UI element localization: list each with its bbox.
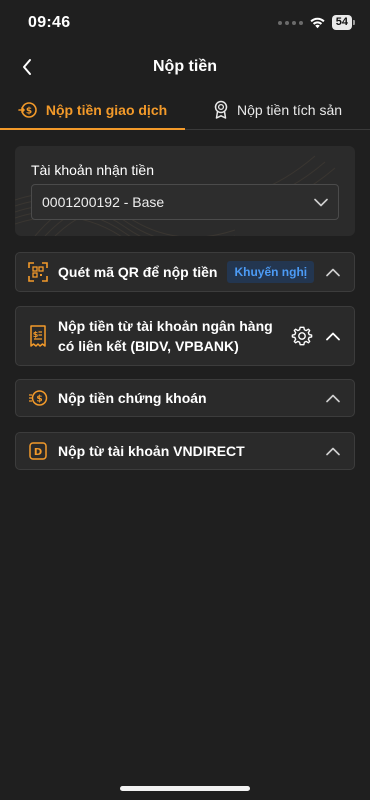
status-icons: 54 <box>277 15 356 30</box>
account-label: Tài khoản nhận tiền <box>31 162 154 178</box>
section-title: Nộp tiền chứng khoán <box>58 390 207 406</box>
section-securities[interactable]: $ Nộp tiền chứng khoán <box>15 379 355 417</box>
section-vndirect[interactable]: D Nộp từ tài khoản VNDIRECT <box>15 432 355 470</box>
status-time: 09:46 <box>28 14 71 31</box>
svg-text:$: $ <box>26 107 32 117</box>
coin-arrow-icon: $ <box>18 102 37 118</box>
signal-icon <box>277 20 303 25</box>
vndirect-logo-icon: D <box>28 441 48 461</box>
section-title: Quét mã QR để nộp tiền <box>58 264 218 280</box>
status-bar: 09:46 54 <box>0 0 370 46</box>
tab-bar: $ Nộp tiền giao dịch Nộp tiền tích sản <box>0 90 370 130</box>
svg-text:$: $ <box>33 330 39 339</box>
account-value: 0001200192 - Base <box>42 194 165 210</box>
wifi-icon <box>310 17 325 29</box>
chevron-up-icon <box>324 327 342 345</box>
section-bank-linked[interactable]: $ Nộp tiền từ tài khoản ngân hàng có liê… <box>15 306 355 366</box>
gear-icon <box>291 326 313 346</box>
receipt-icon: $ <box>28 325 48 347</box>
active-tab-indicator <box>0 128 185 130</box>
account-card: Tài khoản nhận tiền 0001200192 - Base <box>15 146 355 236</box>
tab-label: Nộp tiền giao dịch <box>45 102 168 118</box>
header: Nộp tiền <box>0 46 370 90</box>
chevron-down-icon <box>314 198 328 206</box>
account-select[interactable]: 0001200192 - Base <box>31 184 339 220</box>
tab-deposit-accumulation[interactable]: Nộp tiền tích sản <box>185 90 370 130</box>
page-title: Nộp tiền <box>153 58 217 75</box>
recommended-badge: Khuyến nghị <box>227 261 315 283</box>
svg-text:$: $ <box>36 395 42 405</box>
tab-deposit-trading[interactable]: $ Nộp tiền giao dịch <box>0 90 185 130</box>
section-title: Nộp tiền từ tài khoản ngân hàng có liên … <box>58 318 273 354</box>
chevron-up-icon <box>324 263 342 281</box>
settings-button[interactable] <box>290 324 314 348</box>
section-qr[interactable]: Quét mã QR để nộp tiền Khuyến nghị <box>15 252 355 292</box>
svg-text:D: D <box>34 447 42 458</box>
medal-icon <box>214 100 228 119</box>
home-indicator <box>120 786 250 791</box>
chevron-up-icon <box>324 389 342 407</box>
battery-icon: 54 <box>331 15 356 30</box>
qr-scan-icon <box>28 262 48 282</box>
tab-label: Nộp tiền tích sản <box>236 102 343 118</box>
chevron-up-icon <box>324 442 342 460</box>
section-title: Nộp từ tài khoản VNDIRECT <box>58 443 245 459</box>
coin-transfer-icon: $ <box>28 388 48 408</box>
